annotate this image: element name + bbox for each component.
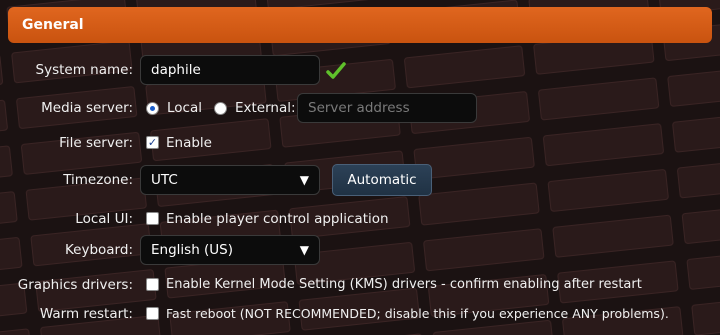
warm-restart-checkbox-label: Fast reboot (NOT RECOMMENDED; disable th…	[166, 306, 669, 321]
keyboard-select[interactable]: English (US) ▼	[140, 235, 320, 265]
system-name-input[interactable]: daphile	[140, 55, 320, 85]
keyboard-label: Keyboard:	[64, 242, 133, 258]
local-ui-row: Local UI: Enable player control applicat…	[0, 202, 720, 236]
file-server-label: File server:	[59, 135, 133, 151]
file-server-checkbox[interactable]: ✓	[146, 136, 159, 149]
graphics-drivers-checkbox[interactable]	[146, 278, 159, 291]
check-icon	[326, 62, 346, 79]
system-name-row: System name: daphile	[0, 53, 720, 87]
timezone-row: Timezone: UTC ▼ Automatic	[0, 163, 720, 197]
server-address-input[interactable]: Server address	[297, 93, 477, 123]
warm-restart-label: Warm restart:	[39, 306, 133, 322]
system-name-value: daphile	[151, 62, 201, 78]
media-server-local-radio[interactable]	[146, 102, 159, 115]
media-server-label: Media server:	[41, 100, 133, 116]
server-address-placeholder: Server address	[308, 100, 410, 116]
timezone-value: UTC	[151, 172, 178, 188]
media-server-external-label: External:	[235, 100, 296, 116]
warm-restart-row: Warm restart: Fast reboot (NOT RECOMMEND…	[0, 297, 720, 331]
system-name-label: System name:	[35, 62, 133, 78]
automatic-button-label: Automatic	[347, 172, 417, 188]
keyboard-value: English (US)	[151, 242, 234, 258]
section-header: General	[8, 7, 712, 43]
local-ui-checkbox-label: Enable player control application	[166, 211, 389, 227]
timezone-label: Timezone:	[63, 172, 133, 188]
media-server-row: Media server: Local External: Server add…	[0, 91, 720, 125]
dropdown-arrow-icon: ▼	[299, 243, 309, 257]
file-server-enable-label: Enable	[166, 135, 212, 151]
automatic-button[interactable]: Automatic	[332, 164, 432, 196]
warm-restart-checkbox[interactable]	[146, 307, 159, 320]
dropdown-arrow-icon: ▼	[299, 173, 309, 187]
media-server-external-radio[interactable]	[214, 102, 227, 115]
timezone-select[interactable]: UTC ▼	[140, 165, 320, 195]
section-title: General	[22, 17, 84, 33]
media-server-local-label: Local	[167, 100, 202, 116]
local-ui-label: Local UI:	[75, 211, 133, 227]
local-ui-checkbox[interactable]	[146, 212, 159, 225]
file-server-row: File server: ✓ Enable	[0, 126, 720, 160]
keyboard-row: Keyboard: English (US) ▼	[0, 233, 720, 267]
